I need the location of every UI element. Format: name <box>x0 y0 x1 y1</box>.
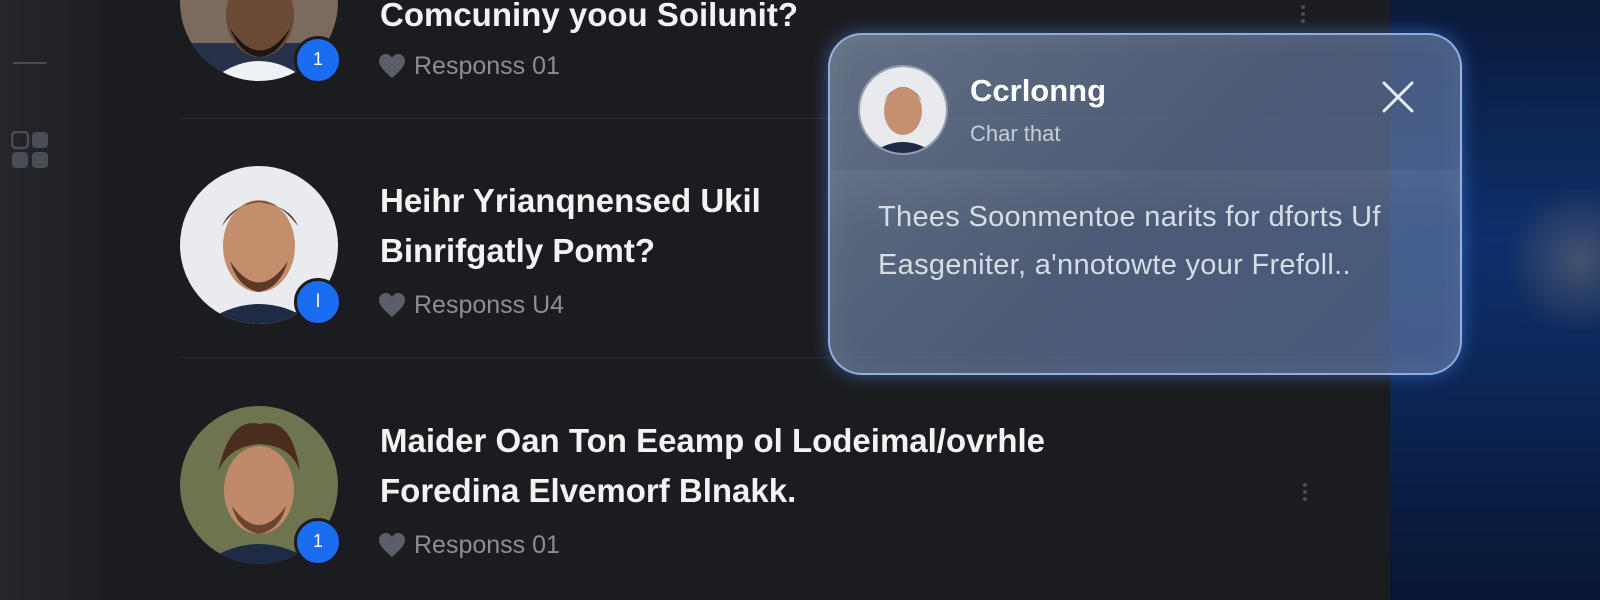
more-icon[interactable] <box>1300 480 1310 508</box>
popup-message: Thees Soonmentoe narits for dforts Uf Ea… <box>878 201 1381 281</box>
avatar-badge: 1 <box>294 36 342 84</box>
post-title[interactable]: Heihr Yrianqnensed Ukil Binrifgatly Pomt… <box>380 176 830 276</box>
popup-avatar[interactable] <box>858 65 948 155</box>
list-item[interactable]: 1 Maider Oan Ton Eeamp ol Lodeimal/ovrhl… <box>180 406 1380 566</box>
heart-icon <box>379 293 405 317</box>
more-icon[interactable] <box>1298 2 1308 30</box>
response-label: Responss 01 <box>414 51 560 80</box>
left-rail <box>0 0 104 600</box>
response-label: Responss 01 <box>414 530 560 559</box>
heart-icon <box>379 54 405 78</box>
post-title[interactable]: Maider Oan Ton Eeamp ol Lodeimal/ovrhle … <box>380 416 1160 516</box>
grid-icon[interactable] <box>11 131 49 169</box>
avatar-badge: l <box>294 278 342 326</box>
response-count[interactable]: Responss U4 <box>378 290 564 320</box>
chat-popup[interactable]: Ccrlonng Char that Thees Soonmentoe nari… <box>828 33 1462 375</box>
response-count[interactable]: Responss 01 <box>378 530 560 560</box>
response-label: Responss U4 <box>414 290 565 319</box>
response-count[interactable]: Responss 01 <box>378 51 560 81</box>
popup-name: Ccrlonng <box>970 73 1107 108</box>
popup-subtitle: Char that <box>970 121 1061 146</box>
rail-divider <box>13 62 47 64</box>
heart-icon <box>379 533 405 557</box>
avatar-badge: 1 <box>294 518 342 566</box>
close-icon[interactable] <box>1378 77 1418 117</box>
